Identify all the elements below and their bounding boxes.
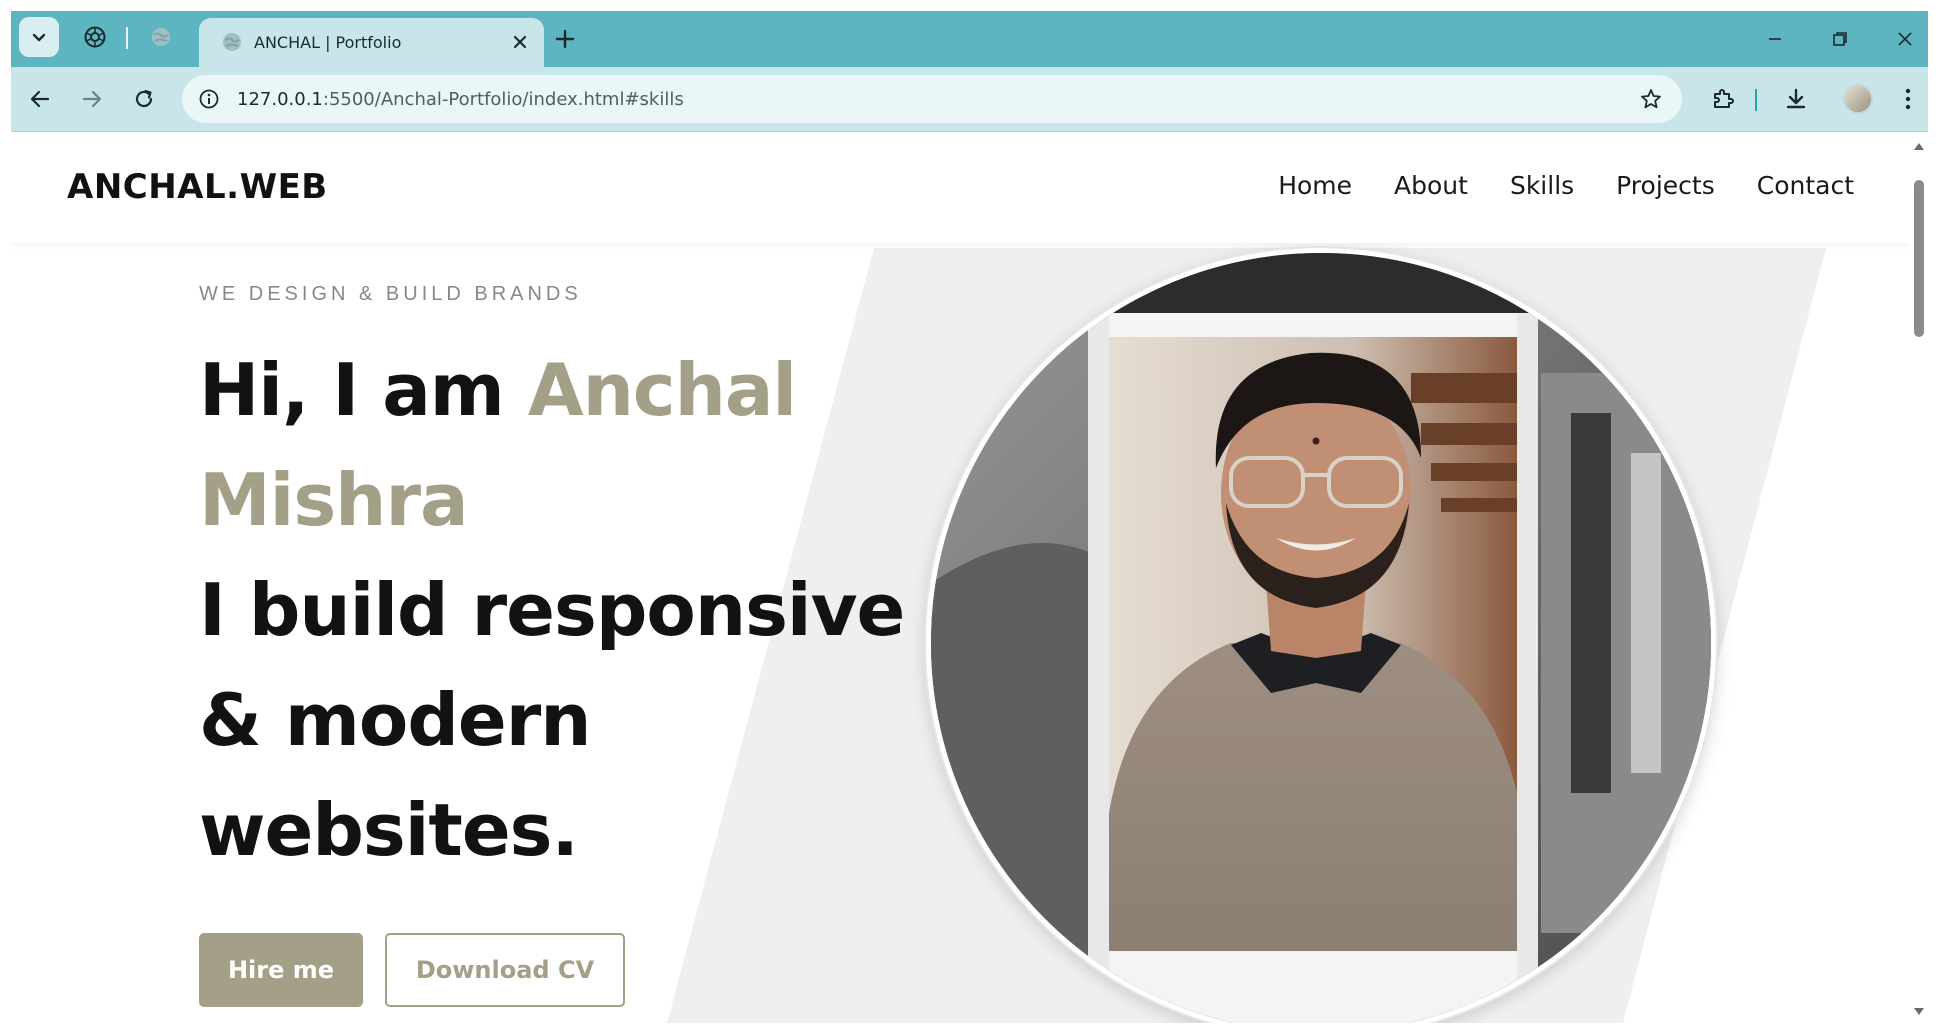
plus-icon <box>555 29 575 49</box>
info-icon[interactable] <box>198 88 220 110</box>
site-logo[interactable]: ANCHAL.WEB <box>67 167 328 207</box>
tab-title: ANCHAL | Portfolio <box>254 33 402 52</box>
page-scrollbar[interactable] <box>1910 133 1928 1023</box>
hero-line-2: & modern <box>199 678 591 762</box>
screen: ANCHAL | Portfolio 127.0.0.1:5500/Anchal… <box>0 0 1939 1034</box>
globe-icon <box>223 33 241 51</box>
nav-about[interactable]: About <box>1394 171 1468 200</box>
star-icon[interactable] <box>1640 88 1662 110</box>
reload-icon <box>135 89 153 108</box>
tab-active[interactable]: ANCHAL | Portfolio <box>199 18 544 67</box>
address-bar[interactable]: 127.0.0.1:5500/Anchal-Portfolio/index.ht… <box>182 75 1682 123</box>
restore-icon <box>1833 32 1847 46</box>
browser-menu-button[interactable] <box>1893 84 1923 114</box>
forward-arrow-icon <box>82 90 102 108</box>
globe-icon <box>152 28 170 46</box>
pinned-tab-site[interactable] <box>149 25 173 49</box>
new-tab-button[interactable] <box>551 25 579 53</box>
restore-button[interactable] <box>1826 25 1854 53</box>
chevron-down-icon <box>32 33 46 42</box>
download-icon <box>1786 88 1806 109</box>
back-arrow-icon <box>30 90 50 108</box>
hero-line-3: websites. <box>199 788 579 872</box>
minimize-icon <box>1769 38 1781 40</box>
openai-logo-icon <box>84 26 106 48</box>
main-nav: Home About Skills Projects Contact <box>1278 171 1854 200</box>
profile-photo <box>926 248 1716 1023</box>
hire-me-button[interactable]: Hire me <box>199 933 363 1007</box>
hero-tagline: WE DESIGN & BUILD BRANDS <box>199 283 582 305</box>
downloads-button[interactable] <box>1781 84 1811 114</box>
reload-button[interactable] <box>129 84 159 114</box>
nav-contact[interactable]: Contact <box>1757 171 1854 200</box>
scroll-down-icon[interactable] <box>1913 1007 1925 1017</box>
browser-tab-strip: ANCHAL | Portfolio <box>11 11 1928 67</box>
hero-line-1: I build responsive <box>199 568 905 652</box>
minimize-button[interactable] <box>1761 25 1789 53</box>
nav-skills[interactable]: Skills <box>1510 171 1574 200</box>
puzzle-icon <box>1714 89 1734 108</box>
scroll-up-icon[interactable] <box>1913 141 1925 151</box>
hero-intro: Hi, I am <box>199 348 505 432</box>
pinned-tab-chatgpt[interactable] <box>83 25 107 49</box>
tab-search-button[interactable] <box>19 17 59 57</box>
scroll-thumb[interactable] <box>1914 180 1924 337</box>
back-button[interactable] <box>25 84 55 114</box>
window-close-button[interactable] <box>1891 25 1919 53</box>
hero-buttons: Hire me Download CV <box>199 933 625 1007</box>
url-path: :5500/Anchal-Portfolio/index.html#skills <box>322 89 684 110</box>
hero-heading: Hi, I am Anchal Mishra I build responsiv… <box>199 335 919 885</box>
hero-name-first: Anchal <box>527 348 797 432</box>
profile-avatar[interactable] <box>1843 84 1873 114</box>
site-header: ANCHAL.WEB Home About Skills Projects Co… <box>11 133 1910 243</box>
kebab-menu-icon <box>1905 88 1911 110</box>
url-host: 127.0.0.1 <box>237 89 323 110</box>
browser-toolbar: 127.0.0.1:5500/Anchal-Portfolio/index.ht… <box>11 67 1928 132</box>
tab-separator <box>126 27 128 49</box>
close-icon <box>1898 32 1912 46</box>
close-icon[interactable] <box>510 32 530 52</box>
profile-photo-illustration <box>931 253 1711 1023</box>
nav-home[interactable]: Home <box>1278 171 1352 200</box>
url-text[interactable]: 127.0.0.1:5500/Anchal-Portfolio/index.ht… <box>237 89 684 110</box>
nav-projects[interactable]: Projects <box>1616 171 1715 200</box>
download-cv-button[interactable]: Download CV <box>385 933 625 1007</box>
page-viewport: ANCHAL.WEB Home About Skills Projects Co… <box>11 133 1910 1023</box>
forward-button[interactable] <box>77 84 107 114</box>
toolbar-separator <box>1755 89 1757 111</box>
extensions-button[interactable] <box>1708 84 1738 114</box>
hero-name-last: Mishra <box>199 458 469 542</box>
